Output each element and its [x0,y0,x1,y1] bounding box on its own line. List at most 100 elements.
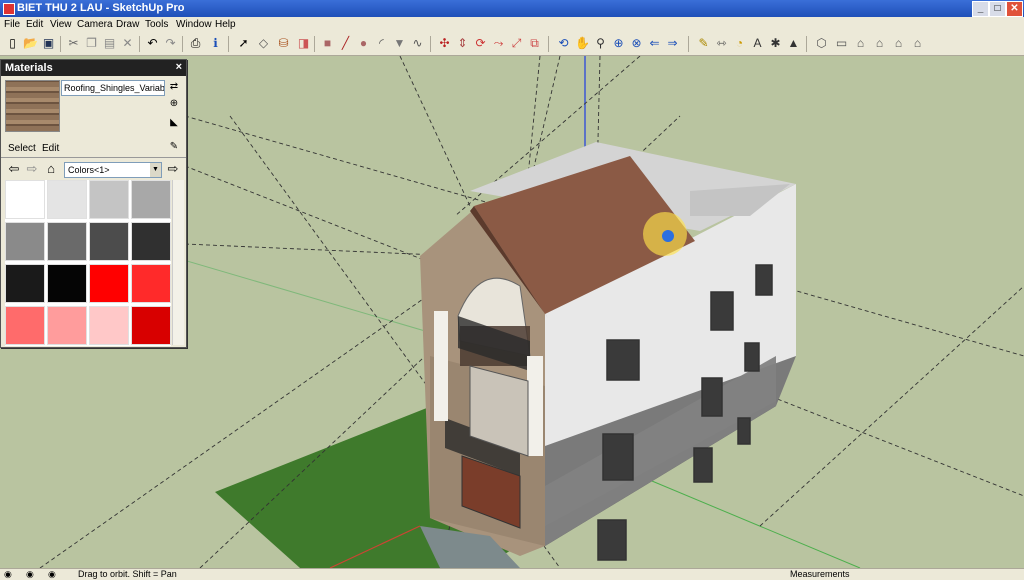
color-swatch[interactable] [47,306,87,345]
orbit-icon[interactable]: ⟲ [556,36,571,51]
select-icon[interactable]: ➚ [236,36,251,51]
color-swatch[interactable] [5,306,45,345]
polygon-icon[interactable]: ▼ [392,36,407,51]
make-component-icon[interactable]: ◇ [256,36,271,51]
maximize-button[interactable]: □ [989,1,1006,17]
materials-panel-header: Materials × [1,60,186,76]
3d-text-icon[interactable]: ▲ [786,36,801,51]
menu-help[interactable]: Help [215,19,236,30]
color-swatch[interactable] [5,264,45,303]
tab-edit[interactable]: Edit [42,143,59,154]
menu-window[interactable]: Window [176,19,212,30]
measurements-label: Measurements [790,569,850,579]
next-view-icon[interactable]: ⇒ [665,36,680,51]
collection-select[interactable]: Colors<1> ▼ [64,162,162,178]
model-info-icon[interactable]: ℹ [208,36,223,51]
color-swatch[interactable] [131,264,171,303]
previous-view-icon[interactable]: ⇐ [647,36,662,51]
rectangle-icon[interactable]: ■ [320,36,335,51]
pan-icon[interactable]: ✋ [575,36,590,51]
left-view-icon[interactable]: ⌂ [910,36,925,51]
follow-me-icon[interactable]: ⤳ [491,36,506,51]
circle-icon[interactable]: ● [356,36,371,51]
geo-location-icon[interactable]: ◉ [4,569,12,580]
close-button[interactable]: ✕ [1006,1,1023,17]
main-toolbar: ▯ 📂 ▣ ✂ ❐ ▤ ✕ ↶ ↷ ⎙ ℹ ➚ ◇ ⛁ ◨ ■ ╱ ● ◜ ▼ … [0,33,1024,56]
materials-title: Materials [5,62,53,74]
create-material-icon[interactable]: ⊕ [167,97,181,111]
minimize-button[interactable]: _ [972,1,989,17]
front-view-icon[interactable]: ⌂ [853,36,868,51]
menu-draw[interactable]: Draw [116,19,139,30]
color-swatch[interactable] [89,180,129,219]
menu-camera[interactable]: Camera [77,19,113,30]
details-arrow-icon[interactable]: ⇨ [166,162,180,176]
material-name-field[interactable]: Roofing_Shingles_Variab [61,80,165,96]
menu-view[interactable]: View [50,19,72,30]
dimension-icon[interactable]: ⇿ [714,36,729,51]
new-icon[interactable]: ▯ [5,36,20,51]
right-view-icon[interactable]: ⌂ [872,36,887,51]
status-bar: ◉ ◉ ◉ Drag to orbit. Shift = Pan Measure… [0,568,1024,580]
back-arrow-icon[interactable]: ⇦ [7,162,21,176]
color-swatch[interactable] [5,222,45,261]
axes-icon[interactable]: ✱ [768,36,783,51]
color-swatch[interactable] [89,306,129,345]
scale-icon[interactable]: ⤢ [509,36,524,51]
top-view-icon[interactable]: ▭ [834,36,849,51]
menu-tools[interactable]: Tools [145,19,168,30]
color-swatch[interactable] [47,180,87,219]
color-swatch[interactable] [47,264,87,303]
color-swatch[interactable] [5,180,45,219]
paint-bucket-icon[interactable]: ⛁ [276,36,291,51]
tape-measure-icon[interactable]: ✎ [696,36,711,51]
cut-icon[interactable]: ✂ [66,36,81,51]
zoom-window-icon[interactable]: ⊕ [611,36,626,51]
forward-arrow-icon[interactable]: ⇨ [25,162,39,176]
help-icon[interactable]: ◉ [48,569,56,580]
default-material-icon[interactable]: ◣ [167,116,181,130]
color-swatch[interactable] [89,264,129,303]
color-swatch[interactable] [89,222,129,261]
move-icon[interactable]: ✣ [437,36,452,51]
chevron-down-icon[interactable]: ▼ [150,163,161,177]
swatch-scrollbar[interactable] [172,180,184,345]
zoom-icon[interactable]: ⚲ [593,36,608,51]
color-swatch[interactable] [47,222,87,261]
tab-select[interactable]: Select [8,143,36,154]
menu-edit[interactable]: Edit [26,19,43,30]
arc-icon[interactable]: ◜ [374,36,389,51]
push-pull-icon[interactable]: ⇕ [455,36,470,51]
back-view-icon[interactable]: ⌂ [891,36,906,51]
sample-paint-icon[interactable]: ✎ [167,140,181,154]
color-swatch[interactable] [131,222,171,261]
print-icon[interactable]: ⎙ [188,36,203,51]
color-swatch[interactable] [131,180,171,219]
paste-icon[interactable]: ▤ [102,36,117,51]
rotate-icon[interactable]: ⟳ [473,36,488,51]
protractor-icon[interactable]: ◔ [732,36,747,51]
offset-icon[interactable]: ⧉ [527,36,542,51]
save-icon[interactable]: ▣ [41,36,56,51]
credits-icon[interactable]: ◉ [26,569,34,580]
menu-file[interactable]: File [4,19,20,30]
status-hint: Drag to orbit. Shift = Pan [78,569,177,579]
line-icon[interactable]: ╱ [338,36,353,51]
close-icon[interactable]: × [176,61,182,73]
copy-icon[interactable]: ❐ [84,36,99,51]
title-bar: BIET THU 2 LAU - SketchUp Pro _ □ ✕ [0,0,1024,17]
open-icon[interactable]: 📂 [23,36,38,51]
home-icon[interactable]: ⌂ [44,162,58,176]
undo-icon[interactable]: ↶ [145,36,160,51]
zoom-extents-icon[interactable]: ⊗ [629,36,644,51]
redo-icon[interactable]: ↷ [163,36,178,51]
menu-bar: File Edit View Camera Draw Tools Window … [0,17,1024,33]
display-secondary-icon[interactable]: ⇄ [167,80,181,94]
freehand-icon[interactable]: ∿ [410,36,425,51]
text-icon[interactable]: A [750,36,765,51]
erase-icon[interactable]: ✕ [120,36,135,51]
eraser-icon[interactable]: ◨ [296,36,311,51]
color-swatch-grid [5,180,171,346]
color-swatch[interactable] [131,306,171,345]
iso-view-icon[interactable]: ⬡ [814,36,829,51]
